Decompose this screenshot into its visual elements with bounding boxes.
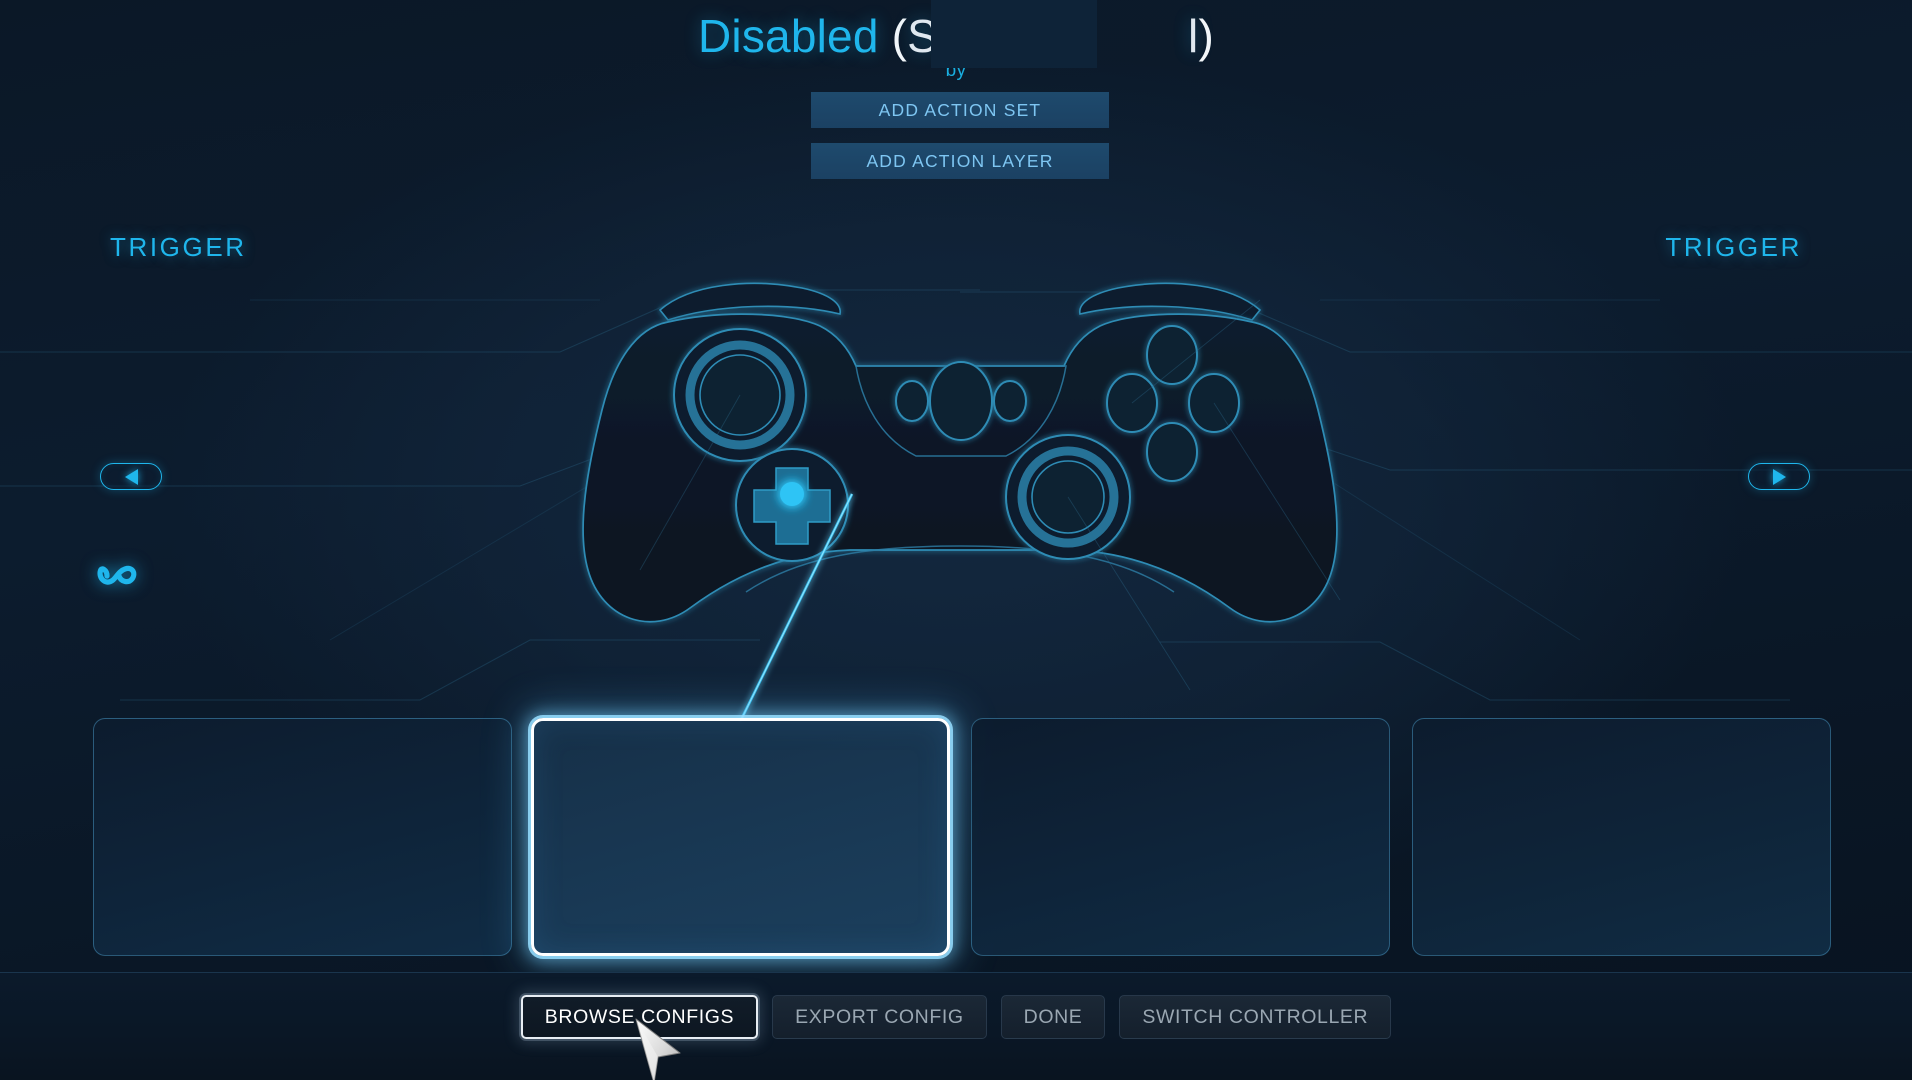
page-title-open-paren: ( <box>891 10 908 62</box>
bottom-toolbar: BROWSE CONFIGS EXPORT CONFIG DONE SWITCH… <box>0 972 1912 1080</box>
done-button[interactable]: DONE <box>1000 995 1106 1039</box>
face-button-a <box>1146 422 1198 482</box>
view-button[interactable] <box>895 380 929 422</box>
binding-card-2[interactable] <box>971 718 1390 956</box>
infinity-icon <box>97 565 137 585</box>
gamepad-illustration <box>582 282 1341 691</box>
right-trigger-label: TRIGGER <box>1665 232 1802 262</box>
face-button-y <box>1146 325 1198 385</box>
binding-card-row <box>0 718 1912 966</box>
binding-card-1[interactable] <box>531 718 950 956</box>
menu-button[interactable] <box>993 380 1027 422</box>
dpad[interactable] <box>735 448 849 562</box>
page-title-close-paren: ) <box>1198 10 1214 62</box>
previous-page-button[interactable] <box>100 463 162 490</box>
page-title-prefix: Disabled <box>698 10 879 62</box>
export-config-button[interactable]: EXPORT CONFIG <box>772 995 987 1039</box>
binding-card-0[interactable] <box>93 718 512 956</box>
left-trigger-label: TRIGGER <box>110 232 247 262</box>
guide-button[interactable] <box>929 361 993 441</box>
next-page-button[interactable] <box>1748 463 1810 490</box>
add-action-layer-button[interactable]: ADD ACTION LAYER <box>811 143 1109 179</box>
config-name-tail: l <box>1188 10 1199 62</box>
add-action-set-button[interactable]: ADD ACTION SET <box>811 92 1109 128</box>
dpad-active-node <box>780 482 804 506</box>
browse-configs-button[interactable]: BROWSE CONFIGS <box>520 995 759 1039</box>
controller-config-screen: Disabled (S l) by ADD ACTION SET ADD ACTI… <box>0 0 1912 1080</box>
binding-card-3[interactable] <box>1412 718 1831 956</box>
redaction-overlay <box>931 0 1097 68</box>
left-triangle-icon <box>124 468 138 485</box>
switch-controller-button[interactable]: SWITCH CONTROLLER <box>1119 995 1392 1039</box>
right-triangle-icon <box>1772 468 1786 485</box>
